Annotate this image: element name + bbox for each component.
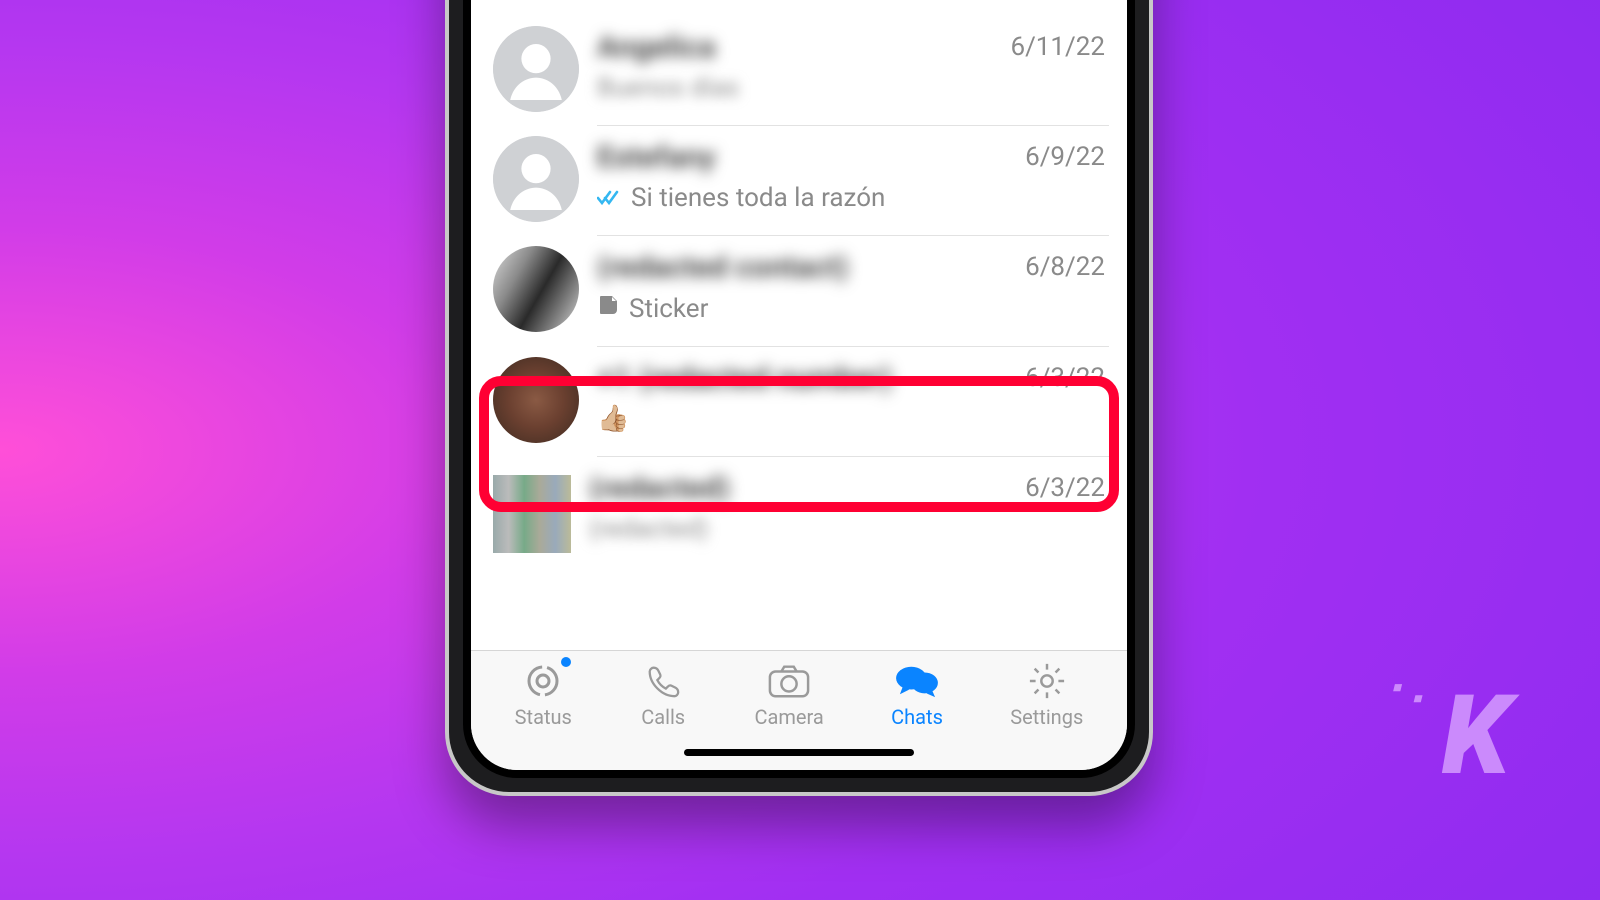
chat-date: 6/9/22 bbox=[1025, 140, 1105, 213]
chat-date: 6/11/22 bbox=[1010, 30, 1105, 103]
chat-row-highlighted[interactable]: +1 (redacted number) 👍🏼 6/3/22 bbox=[471, 347, 1127, 457]
tab-settings[interactable]: Settings bbox=[1010, 661, 1083, 729]
status-ring-icon bbox=[519, 661, 567, 701]
tab-label: Settings bbox=[1010, 705, 1083, 729]
phone-frame: Angelica Buenos días 6/11/22 bbox=[445, 0, 1153, 796]
chat-snippet: Si tienes toda la razón bbox=[597, 183, 1013, 213]
chat-date: 6/3/22 bbox=[1025, 361, 1105, 434]
phone-icon bbox=[639, 661, 687, 701]
tab-calls[interactable]: Calls bbox=[639, 661, 687, 729]
tab-camera[interactable]: Camera bbox=[755, 661, 824, 729]
tab-chats[interactable]: Chats bbox=[891, 661, 943, 729]
chat-snippet: Buenos días bbox=[597, 73, 998, 103]
chat-name: +1 (redacted number) bbox=[597, 361, 1013, 396]
tab-label: Chats bbox=[891, 705, 943, 729]
avatar-photo bbox=[493, 357, 579, 443]
stage: Angelica Buenos días 6/11/22 bbox=[72, 0, 1528, 816]
chat-snippet: Sticker bbox=[597, 293, 1013, 324]
gear-icon bbox=[1023, 661, 1071, 701]
chat-row[interactable]: Angelica Buenos días 6/11/22 bbox=[471, 16, 1127, 126]
phone-inner: Angelica Buenos días 6/11/22 bbox=[463, 0, 1135, 778]
sticker-icon bbox=[597, 293, 621, 324]
chat-name: (redacted) bbox=[589, 471, 1013, 506]
watermark-logo: K bbox=[1442, 671, 1504, 800]
tab-label: Calls bbox=[641, 705, 685, 729]
chat-bubbles-icon bbox=[893, 661, 941, 701]
app-screen: Angelica Buenos días 6/11/22 bbox=[471, 0, 1127, 770]
avatar-photo bbox=[493, 246, 579, 332]
chat-list[interactable]: Angelica Buenos días 6/11/22 bbox=[471, 0, 1127, 650]
avatar-placeholder-icon bbox=[493, 26, 579, 112]
tab-label: Status bbox=[515, 705, 572, 729]
home-indicator[interactable] bbox=[684, 749, 914, 756]
status-dot-icon bbox=[561, 657, 571, 667]
chat-name: Angelica bbox=[597, 30, 998, 65]
chat-row[interactable]: (redacted) (redacted) 6/3/22 bbox=[471, 457, 1127, 566]
avatar-placeholder-icon bbox=[493, 136, 579, 222]
read-ticks-icon bbox=[597, 190, 623, 206]
thumbs-up-icon: 👍🏼 bbox=[597, 404, 629, 434]
chat-name: (redacted contact) bbox=[597, 250, 1013, 285]
chat-row[interactable]: Estefany Si tienes toda la razón 6/9/22 bbox=[471, 126, 1127, 236]
camera-icon bbox=[765, 661, 813, 701]
chat-row[interactable]: (redacted contact) Sticker 6/8/22 bbox=[471, 236, 1127, 347]
chat-snippet: 👍🏼 bbox=[597, 404, 1013, 434]
avatar-photo bbox=[493, 475, 571, 553]
chat-date: 6/3/22 bbox=[1025, 471, 1105, 544]
chat-date: 6/8/22 bbox=[1025, 250, 1105, 324]
tab-label: Camera bbox=[755, 705, 824, 729]
chat-snippet: (redacted) bbox=[589, 514, 1013, 544]
tab-status[interactable]: Status bbox=[515, 661, 572, 729]
chat-name: Estefany bbox=[597, 140, 1013, 175]
